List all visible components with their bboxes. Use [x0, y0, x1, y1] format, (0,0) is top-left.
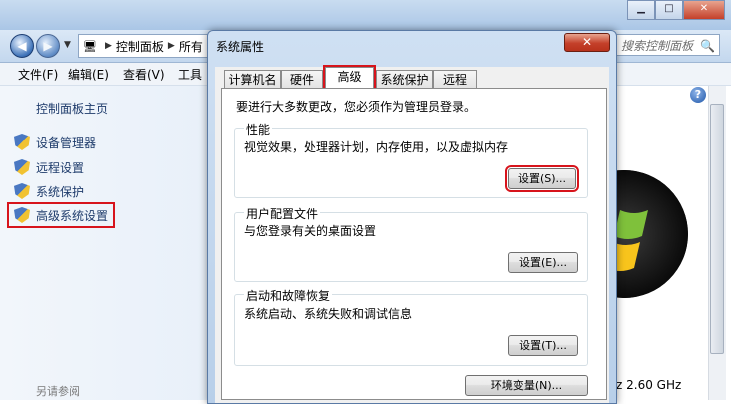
vertical-scrollbar[interactable] — [708, 86, 726, 400]
search-placeholder: 搜索控制面板 — [621, 39, 694, 53]
sidebar-item-advanced-system-settings[interactable]: 高级系统设置 — [6, 202, 116, 228]
forward-button[interactable]: ▶ — [36, 34, 60, 58]
breadcrumb-control-panel[interactable]: 控制面板 — [116, 38, 164, 55]
performance-settings-button[interactable]: 设置(S)... — [505, 165, 579, 192]
shield-icon — [14, 134, 30, 150]
tab-system-protection[interactable]: 系统保护 — [376, 70, 433, 88]
menu-view[interactable]: 查看(V) — [123, 66, 165, 83]
user-profiles-settings-button[interactable]: 设置(E)... — [508, 252, 578, 273]
sidebar-item-label: 系统保护 — [36, 184, 85, 199]
breadcrumb-all[interactable]: 所有 — [179, 38, 203, 55]
control-panel-home-link[interactable]: 控制面板主页 — [36, 100, 108, 117]
sidebar-item-label: 高级系统设置 — [36, 208, 109, 223]
tab-remote[interactable]: 远程 — [433, 70, 477, 88]
minimize-button[interactable]: ▁ — [627, 0, 655, 20]
tab-hardware[interactable]: 硬件 — [281, 70, 323, 88]
menu-file[interactable]: 文件(F) — [18, 66, 58, 83]
back-button[interactable]: ◀ — [10, 34, 34, 58]
user-profiles-description: 与您登录有关的桌面设置 — [244, 224, 377, 238]
dialog-title: 系统属性 — [216, 40, 265, 54]
cpu-speed-text: z 2.60 GHz — [616, 378, 682, 392]
user-profiles-group-label: 用户配置文件 — [244, 205, 321, 222]
scrollbar-thumb[interactable] — [710, 104, 724, 354]
performance-group-label: 性能 — [244, 121, 273, 138]
environment-variables-button[interactable]: 环境变量(N)... — [465, 375, 588, 396]
window-controls: ▁ □ ✕ — [627, 0, 725, 20]
shield-icon — [14, 207, 30, 223]
search-icon: 🔍 — [700, 39, 715, 53]
sidebar-item-system-protection[interactable]: 系统保护 — [14, 181, 84, 201]
admin-notice: 要进行大多数更改，您必须作为管理员登录。 — [236, 100, 477, 114]
see-also-heading: 另请参阅 — [36, 385, 80, 398]
sidebar-item-label: 远程设置 — [36, 160, 85, 175]
menu-tools[interactable]: 工具 — [178, 66, 202, 83]
computer-icon: 🖥 — [83, 39, 97, 53]
sidebar-item-label: 设备管理器 — [36, 135, 97, 150]
performance-description: 视觉效果，处理器计划，内存使用，以及虚拟内存 — [244, 140, 509, 154]
address-box[interactable]: 🖥 ▶ 控制面板 ▶ 所有 — [78, 34, 215, 58]
chevron-right-icon: ▶ — [104, 41, 112, 51]
search-input[interactable]: 搜索控制面板 🔍 — [612, 34, 720, 56]
sidebar-item-device-manager[interactable]: 设备管理器 — [14, 132, 96, 152]
shield-icon — [14, 159, 30, 175]
startup-recovery-description: 系统启动、系统失败和调试信息 — [244, 307, 413, 321]
menu-edit[interactable]: 编辑(E) — [68, 66, 109, 83]
recent-pages-dropdown[interactable]: ▼ — [64, 40, 71, 50]
close-window-button[interactable]: ✕ — [683, 0, 725, 20]
chevron-right-icon: ▶ — [167, 41, 175, 51]
sidebar-item-remote-settings[interactable]: 远程设置 — [14, 157, 84, 177]
maximize-button[interactable]: □ — [655, 0, 683, 20]
explorer-titlebar: ▁ □ ✕ — [0, 0, 731, 30]
help-icon[interactable]: ? — [690, 87, 706, 103]
startup-recovery-group-label: 启动和故障恢复 — [244, 287, 333, 304]
shield-icon — [14, 183, 30, 199]
task-pane: 控制面板主页 设备管理器 远程设置 系统保护 高级系统设置 另请参阅 — [0, 86, 212, 400]
tab-advanced[interactable]: 高级 — [323, 65, 376, 91]
tab-computer-name[interactable]: 计算机名 — [224, 70, 281, 88]
dialog-close-button[interactable]: ✕ — [564, 33, 610, 52]
startup-recovery-settings-button[interactable]: 设置(T)... — [508, 335, 578, 356]
